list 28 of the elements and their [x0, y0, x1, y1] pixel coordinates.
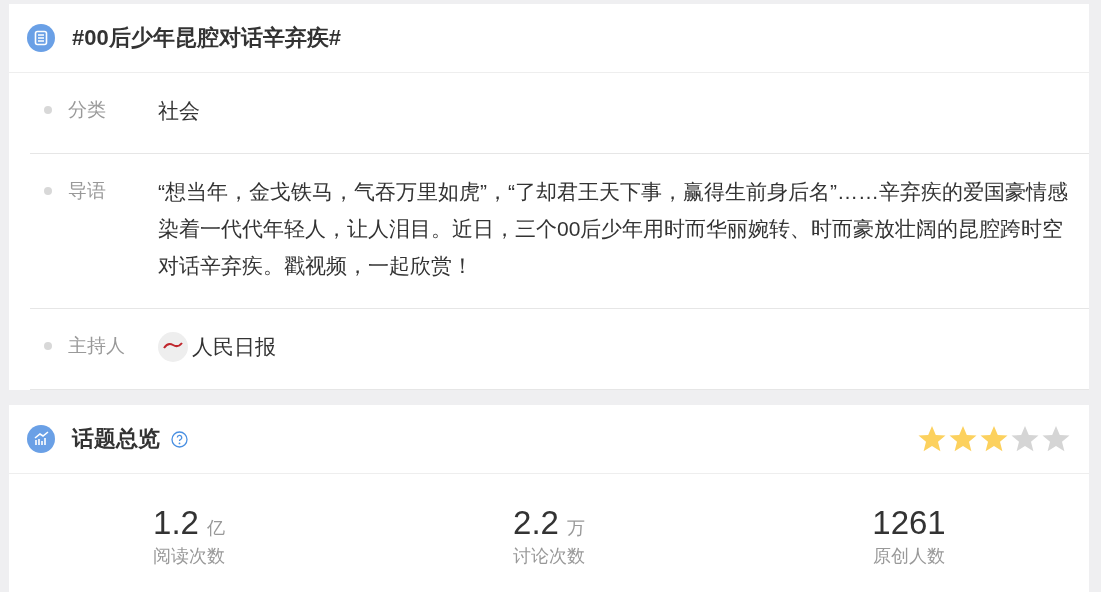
overview-title: 话题总览 — [72, 425, 160, 453]
help-icon[interactable] — [171, 430, 188, 448]
stat-label: 讨论次数 — [513, 545, 585, 568]
chart-icon — [27, 425, 55, 453]
star-icon — [948, 424, 978, 454]
bullet-dot — [44, 342, 52, 350]
field-label: 导语 — [68, 179, 107, 203]
field-label: 主持人 — [68, 334, 126, 358]
avatar-icon[interactable] — [158, 331, 188, 362]
topic-title: #00后少年昆腔对话辛弃疾# — [72, 24, 341, 52]
star-icon — [979, 424, 1009, 454]
star-icon — [1041, 424, 1071, 454]
field-value: “想当年，金戈铁马，气吞万里如虎”，“了却君王天下事，赢得生前身后名”……辛弃疾的爱国豪情感染着一代代年轻人，让人泪目。近日，三个00后少年用时而华丽婉转、时而豪放壮阔的昆腔跨时空对话辛弃疾。戳视频，一起欣赏！ — [158, 179, 1069, 279]
field-value: 社会 — [158, 98, 201, 124]
stat-number: 2.2 — [513, 504, 559, 542]
stat-unit: 万 — [566, 517, 585, 540]
stat-unit: 亿 — [206, 517, 225, 540]
bullet-dot — [44, 106, 52, 114]
list-icon — [27, 24, 55, 52]
stat-number: 1.2 — [153, 504, 199, 542]
stat-label: 阅读次数 — [153, 545, 225, 568]
star-icon — [917, 424, 947, 454]
bullet-dot — [44, 187, 52, 195]
field-label: 分类 — [68, 98, 107, 122]
stat-number: 1261 — [872, 504, 946, 542]
stat-label: 原创人数 — [873, 545, 945, 568]
star-icon — [1010, 424, 1040, 454]
host-name[interactable]: 人民日报 — [192, 328, 276, 365]
